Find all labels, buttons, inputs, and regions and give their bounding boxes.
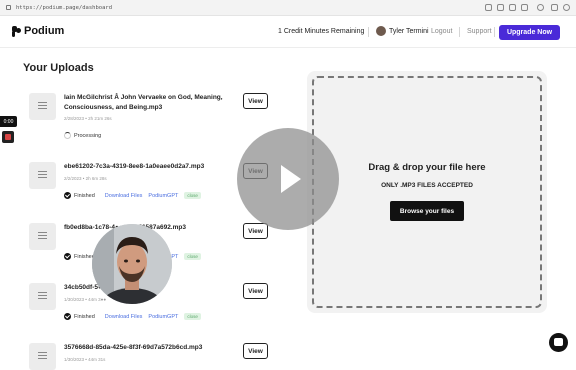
view-button[interactable]: View bbox=[243, 283, 268, 299]
user-name[interactable]: Tyler Termini bbox=[389, 28, 429, 35]
document-icon bbox=[38, 102, 47, 111]
play-icon[interactable] bbox=[237, 128, 339, 230]
logo[interactable]: Podium bbox=[12, 25, 64, 37]
status-badge: close bbox=[184, 253, 201, 260]
camera-icon[interactable] bbox=[497, 4, 504, 11]
view-button[interactable]: View bbox=[243, 93, 268, 109]
file-dropzone[interactable]: Drag & drop your file here ONLY .MP3 FIL… bbox=[307, 71, 547, 313]
file-meta: 2/28/2023 • 2h 21m 26s bbox=[64, 116, 112, 121]
file-thumbnail bbox=[29, 93, 56, 120]
status-text: Finished bbox=[74, 313, 95, 320]
check-icon bbox=[64, 192, 71, 199]
file-meta: 1/30/2023 • 44m 3●● bbox=[64, 297, 107, 302]
recording-timer: 0:00 bbox=[0, 116, 17, 127]
file-status: Finished Download Files PodiumGPT close bbox=[64, 192, 201, 199]
support-link[interactable]: Support bbox=[467, 28, 492, 35]
profile-icon[interactable] bbox=[563, 4, 570, 11]
webcam-bubble[interactable] bbox=[92, 224, 172, 304]
dropzone-border bbox=[312, 76, 542, 308]
presenter-face-image bbox=[92, 224, 172, 304]
link-icon[interactable] bbox=[485, 4, 492, 11]
app-header: Podium 1 Credit Minutes Remaining Tyler … bbox=[0, 16, 576, 48]
file-thumbnail bbox=[29, 283, 56, 310]
logout-link[interactable]: Logout bbox=[431, 28, 452, 35]
dropzone-title: Drag & drop your file here bbox=[368, 162, 486, 173]
lock-icon bbox=[6, 5, 11, 10]
avatar[interactable] bbox=[376, 26, 386, 36]
divider bbox=[494, 27, 495, 37]
divider bbox=[368, 27, 369, 37]
podium-logo-icon bbox=[12, 25, 21, 37]
document-icon bbox=[38, 232, 47, 241]
file-name: 3576668d-85da-425e-8f3f-69d7a572b6cd.mp3 bbox=[64, 344, 203, 351]
url-text[interactable]: https://podium.page/dashboard bbox=[16, 5, 112, 11]
podiumgpt-link[interactable]: PodiumGPT bbox=[148, 314, 178, 320]
file-name: ebe61202-7c3a-4319-8ee8-1a0eaee0d2a7.mp3 bbox=[64, 163, 205, 170]
status-text: Processing bbox=[74, 132, 102, 139]
document-icon bbox=[38, 292, 47, 301]
file-name: Iain McGilchrist Â John Vervaeke on God,… bbox=[64, 94, 223, 111]
file-thumbnail bbox=[29, 343, 56, 370]
browse-files-button[interactable]: Browse your files bbox=[390, 201, 464, 221]
status-text: Finished bbox=[74, 192, 95, 199]
download-files-link[interactable]: Download Files bbox=[105, 314, 143, 320]
extension-icon[interactable] bbox=[521, 4, 528, 11]
check-icon bbox=[64, 313, 71, 320]
status-badge: close bbox=[184, 192, 201, 199]
status-badge: close bbox=[184, 313, 201, 320]
brand-name: Podium bbox=[24, 25, 65, 37]
document-icon bbox=[38, 171, 47, 180]
podiumgpt-link[interactable]: PodiumGPT bbox=[148, 193, 178, 199]
divider bbox=[459, 27, 460, 37]
credits-remaining: 1 Credit Minutes Remaining bbox=[278, 28, 365, 35]
upgrade-button[interactable]: Upgrade Now bbox=[499, 25, 560, 40]
page-title: Your Uploads bbox=[23, 62, 94, 74]
check-icon bbox=[64, 253, 71, 260]
puzzle-icon[interactable] bbox=[551, 4, 558, 11]
file-thumbnail bbox=[29, 223, 56, 250]
file-status: Processing bbox=[64, 132, 101, 139]
window-icon[interactable] bbox=[509, 4, 516, 11]
settings-icon[interactable] bbox=[537, 4, 544, 11]
browser-url-bar[interactable]: https://podium.page/dashboard bbox=[0, 0, 576, 16]
file-thumbnail bbox=[29, 162, 56, 189]
download-files-link[interactable]: Download Files bbox=[105, 193, 143, 199]
file-meta: 2/2/2023 • 2h 6m 28s bbox=[64, 176, 107, 181]
chat-icon[interactable] bbox=[549, 333, 568, 352]
dropzone-subtitle: ONLY .MP3 FILES ACCEPTED bbox=[381, 182, 473, 189]
stop-recording-icon[interactable] bbox=[2, 131, 14, 143]
view-button[interactable]: View bbox=[243, 343, 268, 359]
spinner-icon bbox=[64, 132, 71, 139]
view-button[interactable]: View bbox=[243, 223, 268, 239]
file-status: Finished Download Files PodiumGPT close bbox=[64, 313, 201, 320]
